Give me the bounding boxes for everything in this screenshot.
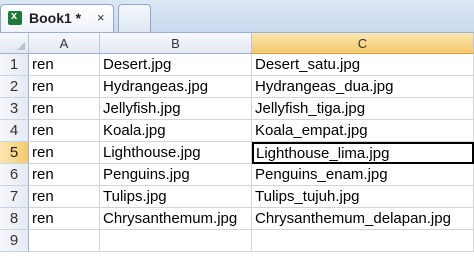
row-header-8[interactable]: 8 (0, 208, 29, 230)
cell-c2[interactable]: Hydrangeas_dua.jpg (252, 76, 474, 98)
column-header-c[interactable]: C (252, 33, 474, 54)
column-header-b[interactable]: B (100, 33, 252, 54)
cell-a8[interactable]: ren (29, 208, 100, 230)
cell-c4[interactable]: Koala_empat.jpg (252, 120, 474, 142)
cell-c8[interactable]: Chrysanthemum_delapan.jpg (252, 208, 474, 230)
row-header-9[interactable]: 9 (0, 230, 29, 252)
cell-a4[interactable]: ren (29, 120, 100, 142)
cell-b2[interactable]: Hydrangeas.jpg (100, 76, 252, 98)
cell-a5[interactable]: ren (29, 142, 100, 164)
row-header-7[interactable]: 7 (0, 186, 29, 208)
cell-a3[interactable]: ren (29, 98, 100, 120)
cell-a1[interactable]: ren (29, 54, 100, 76)
row-header-6[interactable]: 6 (0, 164, 29, 186)
row-header-1[interactable]: 1 (0, 54, 29, 76)
select-all-corner[interactable] (0, 33, 29, 54)
cell-b1[interactable]: Desert.jpg (100, 54, 252, 76)
row-header-2[interactable]: 2 (0, 76, 29, 98)
excel-icon-letter: x (11, 10, 18, 22)
cell-b8[interactable]: Chrysanthemum.jpg (100, 208, 252, 230)
cell-a9[interactable] (29, 230, 100, 252)
cell-b4[interactable]: Koala.jpg (100, 120, 252, 142)
close-icon[interactable]: × (97, 10, 105, 25)
cell-c6[interactable]: Penguins_enam.jpg (252, 164, 474, 186)
workbook-tab-bar: x Book1 * × (0, 0, 474, 33)
cell-c3[interactable]: Jellyfish_tiga.jpg (252, 98, 474, 120)
excel-icon: x (8, 10, 22, 25)
cell-b5[interactable]: Lighthouse.jpg (100, 142, 252, 164)
cell-a2[interactable]: ren (29, 76, 100, 98)
cell-a7[interactable]: ren (29, 186, 100, 208)
cell-a6[interactable]: ren (29, 164, 100, 186)
cell-c5[interactable]: Lighthouse_lima.jpg (252, 142, 474, 164)
cell-b3[interactable]: Jellyfish.jpg (100, 98, 252, 120)
tab-title: Book1 * (29, 10, 82, 26)
select-all-icon (17, 42, 25, 50)
row-header-3[interactable]: 3 (0, 98, 29, 120)
cell-b9[interactable] (100, 230, 252, 252)
cell-b7[interactable]: Tulips.jpg (100, 186, 252, 208)
column-header-a[interactable]: A (29, 33, 100, 54)
cell-b6[interactable]: Penguins.jpg (100, 164, 252, 186)
new-tab-button[interactable] (118, 4, 151, 32)
cell-c1[interactable]: Desert_satu.jpg (252, 54, 474, 76)
cell-c7[interactable]: Tulips_tujuh.jpg (252, 186, 474, 208)
tab-book1[interactable]: x Book1 * × (0, 4, 114, 32)
cell-c9[interactable] (252, 230, 474, 252)
row-header-5[interactable]: 5 (0, 142, 29, 164)
row-header-4[interactable]: 4 (0, 120, 29, 142)
